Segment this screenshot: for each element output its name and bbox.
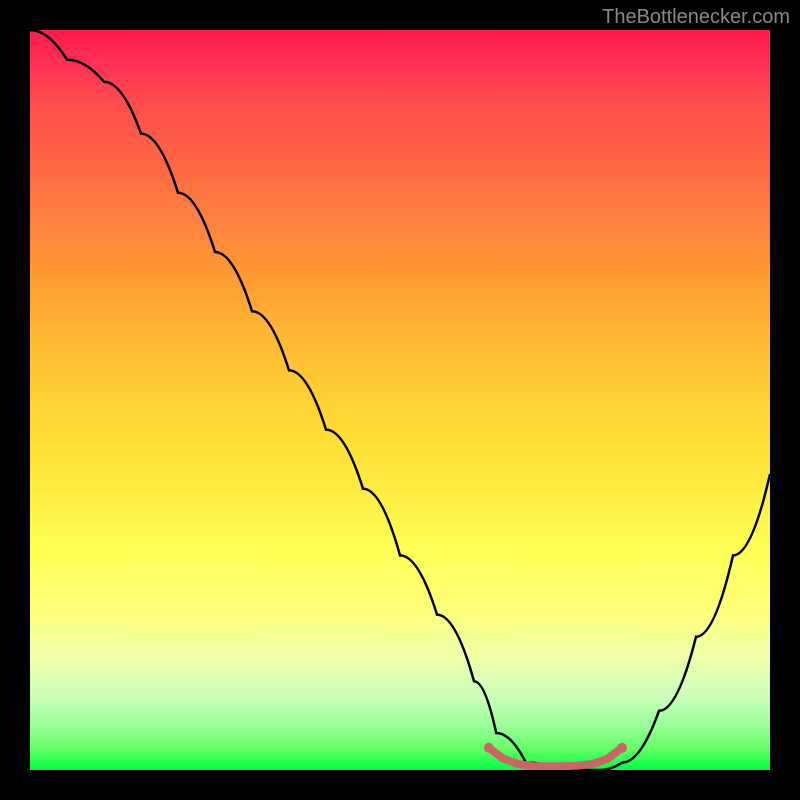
- chart-svg: [30, 30, 770, 770]
- optimal-marker-dot: [617, 743, 627, 753]
- chart-container: [30, 30, 770, 770]
- bottleneck-curve-line: [30, 30, 770, 770]
- optimal-marker-line: [489, 748, 622, 767]
- optimal-marker-dot: [484, 743, 494, 753]
- watermark-text: TheBottlenecker.com: [602, 6, 790, 29]
- optimal-range-markers: [484, 743, 627, 767]
